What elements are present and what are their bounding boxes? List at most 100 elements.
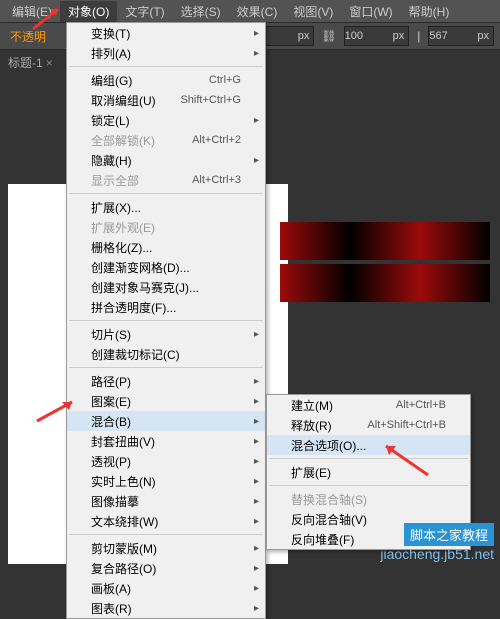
shortcut: Alt+Shift+Ctrl+B: [367, 419, 446, 431]
link-icon[interactable]: ⛓: [318, 29, 339, 43]
shortcut: Alt+Ctrl+B: [396, 399, 446, 411]
menu-item[interactable]: 编组(G) Ctrl+G: [67, 70, 265, 90]
menu-item[interactable]: 图案(E): [67, 391, 265, 411]
gradient-rect-1[interactable]: [280, 222, 490, 260]
menu-7[interactable]: 帮助(H): [401, 1, 458, 22]
menu-4[interactable]: 效果(C): [229, 1, 286, 22]
menu-item[interactable]: 透视(P): [67, 451, 265, 471]
separator: [69, 367, 263, 368]
separator: [69, 193, 263, 194]
menu-item[interactable]: 实时上色(N): [67, 471, 265, 491]
menu-item-label: 替换混合轴(S): [291, 491, 367, 508]
menu-item[interactable]: 路径(P): [67, 371, 265, 391]
separator-icon: |: [413, 29, 424, 43]
menu-item-label: 编组(G): [91, 72, 132, 89]
menu-item[interactable]: 混合选项(O)...: [267, 435, 470, 455]
menu-item[interactable]: 建立(M) Alt+Ctrl+B: [267, 395, 470, 415]
menu-item[interactable]: 切片(S): [67, 324, 265, 344]
menu-item: 全部解锁(K) Alt+Ctrl+2: [67, 130, 265, 150]
menu-item-label: 变换(T): [91, 25, 130, 42]
object-menu-dropdown: 变换(T) 排列(A) 编组(G) Ctrl+G 取消编组(U) Shift+Ctrl+G…: [66, 22, 266, 619]
menu-item[interactable]: 锁定(L): [67, 110, 265, 130]
watermark-url: jiaocheng.jb51.net: [380, 546, 494, 562]
menu-item-label: 透视(P): [91, 453, 131, 470]
menu-item-label: 扩展(E): [291, 464, 331, 481]
watermark-title: 脚本之家教程: [404, 523, 494, 546]
menu-item-label: 全部解锁(K): [91, 132, 155, 149]
shortcut: Alt+Ctrl+3: [192, 174, 241, 186]
menu-item-label: 建立(M): [291, 397, 333, 414]
menu-item[interactable]: 文本绕排(W): [67, 511, 265, 531]
menu-item-label: 封套扭曲(V): [91, 433, 155, 450]
menu-item[interactable]: 排列(A): [67, 43, 265, 63]
menu-item[interactable]: 复合路径(O): [67, 558, 265, 578]
menu-item-label: 取消编组(U): [91, 92, 156, 109]
menu-item-label: 排列(A): [91, 45, 131, 62]
menu-item-label: 实时上色(N): [91, 473, 156, 490]
close-icon[interactable]: ×: [46, 56, 53, 70]
field-2-input[interactable]: [345, 30, 389, 42]
menu-item-label: 路径(P): [91, 373, 131, 390]
field-3-input[interactable]: [429, 30, 473, 42]
menu-item-label: 扩展外观(E): [91, 219, 155, 236]
menu-item-label: 切片(S): [91, 326, 131, 343]
menu-item[interactable]: 变换(T): [67, 23, 265, 43]
menu-item[interactable]: 创建对象马赛克(J)...: [67, 277, 265, 297]
menu-item[interactable]: 扩展(E): [267, 462, 470, 482]
gradient-rect-2[interactable]: [280, 264, 490, 302]
menu-item-label: 拼合透明度(F)...: [91, 299, 176, 316]
menu-item[interactable]: 释放(R) Alt+Shift+Ctrl+B: [267, 415, 470, 435]
menu-item-label: 文本绕排(W): [91, 513, 158, 530]
menu-item-label: 剪切蒙版(M): [91, 540, 157, 557]
separator: [269, 458, 468, 459]
menu-item-label: 混合选项(O)...: [291, 437, 366, 454]
menu-item-label: 释放(R): [291, 417, 332, 434]
menu-item-label: 复合路径(O): [91, 560, 156, 577]
menu-item-label: 创建对象马赛克(J)...: [91, 279, 199, 296]
menu-item-label: 创建裁切标记(C): [91, 346, 180, 363]
shortcut: Ctrl+G: [209, 74, 241, 86]
menu-item-label: 栅格化(Z)...: [91, 239, 152, 256]
field-3[interactable]: px: [428, 26, 494, 46]
menu-5[interactable]: 视图(V): [285, 1, 341, 22]
separator: [69, 534, 263, 535]
menu-item[interactable]: 取消编组(U) Shift+Ctrl+G: [67, 90, 265, 110]
separator: [69, 320, 263, 321]
menu-item[interactable]: 剪切蒙版(M): [67, 538, 265, 558]
menu-2[interactable]: 文字(T): [117, 1, 172, 22]
menu-item[interactable]: 混合(B): [67, 411, 265, 431]
menu-item-label: 混合(B): [91, 413, 131, 430]
menu-item[interactable]: 扩展(X)...: [67, 197, 265, 217]
menu-item-label: 创建渐变网格(D)...: [91, 259, 190, 276]
menu-item[interactable]: 图表(R): [67, 598, 265, 618]
menu-1[interactable]: 对象(O): [60, 1, 117, 22]
menu-item-label: 锁定(L): [91, 112, 130, 129]
menu-item-label: 画板(A): [91, 580, 131, 597]
menu-item[interactable]: 隐藏(H): [67, 150, 265, 170]
field-2[interactable]: px: [344, 26, 410, 46]
menu-item[interactable]: 封套扭曲(V): [67, 431, 265, 451]
separator: [269, 485, 468, 486]
menu-item[interactable]: 拼合透明度(F)...: [67, 297, 265, 317]
menu-item-label: 图案(E): [91, 393, 131, 410]
menu-item[interactable]: 图像描摹: [67, 491, 265, 511]
menu-item[interactable]: 画板(A): [67, 578, 265, 598]
menu-item: 替换混合轴(S): [267, 489, 470, 509]
menu-item[interactable]: 创建裁切标记(C): [67, 344, 265, 364]
menu-item-label: 反向堆叠(F): [291, 531, 354, 548]
menu-item-label: 反向混合轴(V): [291, 511, 367, 528]
menubar: 编辑(E)对象(O)文字(T)选择(S)效果(C)视图(V)窗口(W)帮助(H): [0, 0, 500, 22]
menu-item[interactable]: 创建渐变网格(D)...: [67, 257, 265, 277]
menu-6[interactable]: 窗口(W): [341, 1, 400, 22]
menu-item-label: 扩展(X)...: [91, 199, 141, 216]
menu-item-label: 隐藏(H): [91, 152, 132, 169]
menu-item-label: 图像描摹: [91, 493, 139, 510]
menu-item-label: 图表(R): [91, 600, 132, 617]
shortcut: Shift+Ctrl+G: [180, 94, 241, 106]
shortcut: Alt+Ctrl+2: [192, 134, 241, 146]
menu-item-label: 显示全部: [91, 172, 139, 189]
menu-item: 扩展外观(E): [67, 217, 265, 237]
menu-3[interactable]: 选择(S): [173, 1, 229, 22]
menu-item[interactable]: 栅格化(Z)...: [67, 237, 265, 257]
menu-0[interactable]: 编辑(E): [4, 1, 60, 22]
